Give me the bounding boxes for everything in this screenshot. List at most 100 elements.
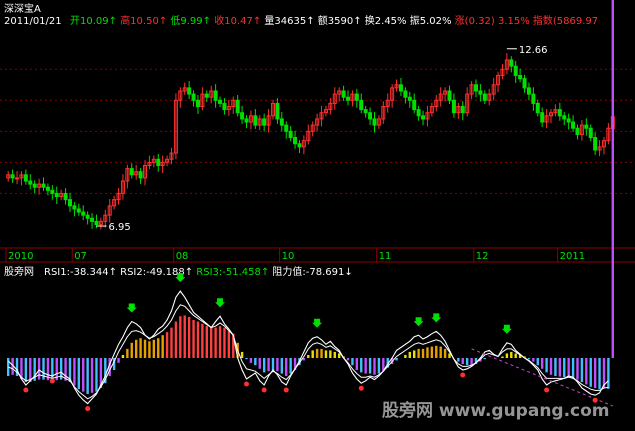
quote-field: 3.15% [498,16,533,27]
candle-body [593,137,598,151]
watermark: 股旁网 www.gupang.com [382,400,610,421]
buy-signal-dot [358,385,364,391]
signal-markers [23,273,598,412]
sell-signal-arrow [215,298,226,308]
candle-body [293,137,298,145]
candle-body [482,93,487,101]
candle-body [85,214,90,219]
candle-body [407,96,412,101]
candle-body [129,168,134,176]
candle-body [222,102,227,111]
candle-body [94,220,99,225]
candle-body [562,115,567,120]
candle-body [421,115,426,120]
candle-body [15,177,20,180]
buy-signal-dot [23,387,29,393]
candle-body [90,217,95,222]
indicator-field: RSI1:-38.344↑ [44,267,120,278]
price-annotations: 12.66 6.95 [96,45,548,233]
candlestick-series [6,53,615,230]
candle-body [513,65,518,76]
candle-body [240,112,245,120]
candle-body [10,174,15,179]
indicator-field: RSI2:-49.188↑ [120,267,196,278]
buy-signal-dot [85,406,91,412]
candle-body [363,109,368,114]
x-tick-label: 2010 [8,251,33,262]
candle-body [557,109,562,117]
indicator-values: RSI1:-38.344↑ RSI2:-49.188↑ RSI3:-51.458… [44,265,353,278]
sell-signal-arrow [431,313,442,323]
candle-body [76,208,81,213]
quote-field: 低9.99↑ [170,14,214,27]
candle-body [403,90,408,98]
candle-body [535,102,540,114]
buy-signal-dot [261,387,267,393]
candle-body [45,186,50,191]
candle-body [72,205,77,210]
stock-chart[interactable]: 12.66 6.95 深深宝A 2011/01/21 开10.09↑ 高10.50… [0,0,635,431]
candle-body [32,183,37,188]
candle-body [412,99,417,111]
buy-signal-dot [49,378,55,384]
indicator-field: 阻力值:-78.691↓ [272,265,352,278]
quote-field: 额3590↑ [318,14,365,27]
candle-body [63,192,68,201]
candle-body [288,130,293,139]
candle-body [41,183,46,188]
candle-body [460,106,465,114]
candle-body [191,93,196,101]
candle-body [279,118,284,126]
quote-field: 收10.47↑ [214,14,264,27]
rsi-lines [7,290,613,407]
candle-body [297,143,302,148]
candle-body [346,96,351,101]
candle-body [23,174,28,182]
candle-body [195,99,200,108]
buy-signal-dot [244,381,250,387]
candle-body [531,93,536,104]
candle-body [156,158,161,166]
sell-signal-arrow [312,318,323,328]
candle-body [284,124,289,132]
rsi3-histogram [7,0,614,394]
candle-body [451,99,456,114]
quote-bar: 开10.09↑ 高10.50↑ 低9.99↑ 收10.47↑ 量34635↑ 额… [70,14,598,27]
candle-body [81,211,86,216]
quote-field: 换2.45% [365,14,410,27]
candle-body [588,127,593,139]
candle-body [218,99,223,104]
x-tick-label: 10 [282,251,295,262]
candle-body [187,87,192,95]
quote-field: 涨(0.32) [455,15,498,27]
candle-body [50,189,55,194]
candle-body [398,84,403,92]
candle-body [359,99,364,111]
annotation-label: 12.66 [519,45,548,56]
candle-body [522,78,527,89]
sell-signal-arrow [413,317,424,327]
candle-body [354,93,359,101]
x-tick-label: 11 [379,251,392,262]
stock-title: 深深宝A [4,2,41,15]
candle-body [262,118,267,126]
candle-body [509,59,514,67]
x-tick-label: 12 [476,251,489,262]
candle-body [54,192,59,198]
sell-signal-arrow [501,324,512,334]
quote-field: 开10.09↑ [70,16,120,27]
candle-body [138,171,143,179]
candle-body [575,127,580,135]
quote-field: 高10.50↑ [120,14,170,27]
indicator-field: RSI3:-51.458↑ [196,267,272,278]
candle-body [213,90,218,101]
rsi-line [8,304,609,400]
candle-body [526,87,531,95]
quote-field: 振5.02% [410,14,455,27]
candle-body [447,90,452,101]
candle-body [518,74,523,80]
candle-body [253,115,258,126]
candle-body [244,118,249,123]
x-tick-label: 07 [74,251,87,262]
candle-body [571,121,576,129]
